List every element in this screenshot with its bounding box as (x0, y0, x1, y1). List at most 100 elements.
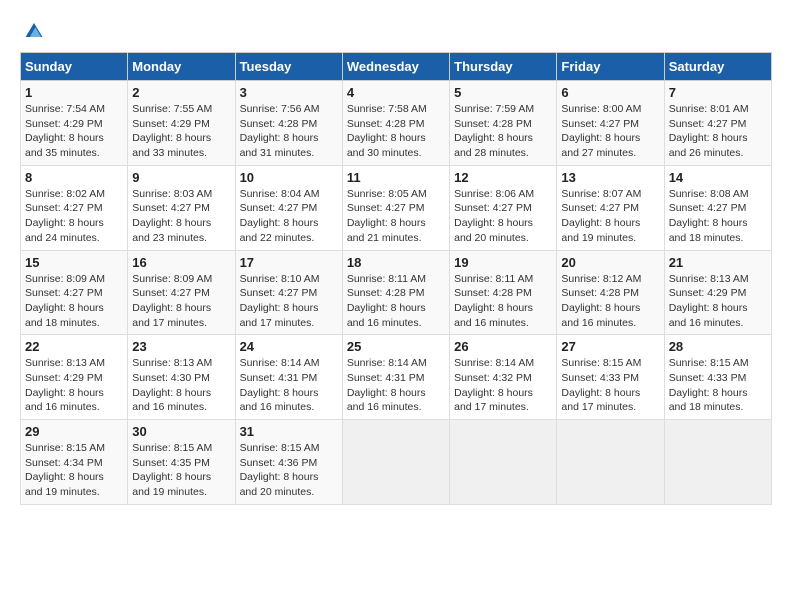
day-header-sunday: Sunday (21, 53, 128, 81)
day-number: 10 (240, 170, 338, 185)
day-number: 23 (132, 339, 230, 354)
calendar-cell (664, 420, 771, 505)
cell-info: Sunrise: 8:02 AM Sunset: 4:27 PM Dayligh… (25, 188, 105, 244)
day-number: 28 (669, 339, 767, 354)
day-header-thursday: Thursday (450, 53, 557, 81)
calendar-cell (557, 420, 664, 505)
cell-info: Sunrise: 8:12 AM Sunset: 4:28 PM Dayligh… (561, 273, 641, 329)
day-number: 29 (25, 424, 123, 439)
cell-info: Sunrise: 7:58 AM Sunset: 4:28 PM Dayligh… (347, 103, 427, 159)
cell-info: Sunrise: 8:08 AM Sunset: 4:27 PM Dayligh… (669, 188, 749, 244)
calendar-table: SundayMondayTuesdayWednesdayThursdayFrid… (20, 52, 772, 505)
day-number: 8 (25, 170, 123, 185)
cell-info: Sunrise: 8:10 AM Sunset: 4:27 PM Dayligh… (240, 273, 320, 329)
day-number: 7 (669, 85, 767, 100)
calendar-cell: 30 Sunrise: 8:15 AM Sunset: 4:35 PM Dayli… (128, 420, 235, 505)
day-header-wednesday: Wednesday (342, 53, 449, 81)
day-number: 2 (132, 85, 230, 100)
calendar-week-1: 1 Sunrise: 7:54 AM Sunset: 4:29 PM Daylig… (21, 81, 772, 166)
calendar-cell: 29 Sunrise: 8:15 AM Sunset: 4:34 PM Dayli… (21, 420, 128, 505)
calendar-cell: 12Sunrise: 8:06 AM Sunset: 4:27 PM Dayli… (450, 165, 557, 250)
day-number: 3 (240, 85, 338, 100)
day-number: 31 (240, 424, 338, 439)
calendar-cell: 27Sunrise: 8:15 AM Sunset: 4:33 PM Dayli… (557, 335, 664, 420)
day-header-monday: Monday (128, 53, 235, 81)
cell-info: Sunrise: 8:15 AM Sunset: 4:35 PM Dayligh… (132, 442, 212, 498)
calendar-cell: 16Sunrise: 8:09 AM Sunset: 4:27 PM Dayli… (128, 250, 235, 335)
cell-info: Sunrise: 8:14 AM Sunset: 4:31 PM Dayligh… (347, 357, 427, 413)
day-number: 4 (347, 85, 445, 100)
calendar-cell: 7 Sunrise: 8:01 AM Sunset: 4:27 PM Daylig… (664, 81, 771, 166)
calendar-cell: 23 Sunrise: 8:13 AM Sunset: 4:30 PM Dayli… (128, 335, 235, 420)
day-number: 9 (132, 170, 230, 185)
day-number: 26 (454, 339, 552, 354)
day-number: 22 (25, 339, 123, 354)
day-number: 19 (454, 255, 552, 270)
calendar-cell: 25 Sunrise: 8:14 AM Sunset: 4:31 PM Dayli… (342, 335, 449, 420)
calendar-cell: 31Sunrise: 8:15 AM Sunset: 4:36 PM Dayli… (235, 420, 342, 505)
calendar-cell (450, 420, 557, 505)
day-number: 18 (347, 255, 445, 270)
cell-info: Sunrise: 7:55 AM Sunset: 4:29 PM Dayligh… (132, 103, 212, 159)
cell-info: Sunrise: 8:00 AM Sunset: 4:27 PM Dayligh… (561, 103, 641, 159)
day-number: 1 (25, 85, 123, 100)
calendar-cell: 2 Sunrise: 7:55 AM Sunset: 4:29 PM Daylig… (128, 81, 235, 166)
day-number: 25 (347, 339, 445, 354)
day-number: 16 (132, 255, 230, 270)
calendar-cell: 24 Sunrise: 8:14 AM Sunset: 4:31 PM Dayli… (235, 335, 342, 420)
cell-info: Sunrise: 8:15 AM Sunset: 4:34 PM Dayligh… (25, 442, 105, 498)
logo-icon (20, 16, 48, 44)
cell-info: Sunrise: 8:05 AM Sunset: 4:27 PM Dayligh… (347, 188, 427, 244)
calendar-week-4: 22 Sunrise: 8:13 AM Sunset: 4:29 PM Dayli… (21, 335, 772, 420)
day-header-tuesday: Tuesday (235, 53, 342, 81)
calendar-cell: 18 Sunrise: 8:11 AM Sunset: 4:28 PM Dayli… (342, 250, 449, 335)
day-number: 5 (454, 85, 552, 100)
calendar-cell: 22 Sunrise: 8:13 AM Sunset: 4:29 PM Dayli… (21, 335, 128, 420)
day-number: 30 (132, 424, 230, 439)
calendar-week-3: 15 Sunrise: 8:09 AM Sunset: 4:27 PM Dayli… (21, 250, 772, 335)
cell-info: Sunrise: 8:15 AM Sunset: 4:33 PM Dayligh… (669, 357, 749, 413)
cell-info: Sunrise: 7:59 AM Sunset: 4:28 PM Dayligh… (454, 103, 534, 159)
cell-info: Sunrise: 8:03 AM Sunset: 4:27 PM Dayligh… (132, 188, 212, 244)
logo (20, 16, 52, 44)
day-number: 6 (561, 85, 659, 100)
cell-info: Sunrise: 8:04 AM Sunset: 4:27 PM Dayligh… (240, 188, 320, 244)
calendar-cell: 26 Sunrise: 8:14 AM Sunset: 4:32 PM Dayli… (450, 335, 557, 420)
day-number: 21 (669, 255, 767, 270)
cell-info: Sunrise: 8:01 AM Sunset: 4:27 PM Dayligh… (669, 103, 749, 159)
day-number: 15 (25, 255, 123, 270)
page-header (20, 16, 772, 44)
cell-info: Sunrise: 8:11 AM Sunset: 4:28 PM Dayligh… (347, 273, 426, 329)
cell-info: Sunrise: 7:56 AM Sunset: 4:28 PM Dayligh… (240, 103, 320, 159)
day-number: 27 (561, 339, 659, 354)
calendar-cell: 3 Sunrise: 7:56 AM Sunset: 4:28 PM Daylig… (235, 81, 342, 166)
calendar-cell: 14 Sunrise: 8:08 AM Sunset: 4:27 PM Dayli… (664, 165, 771, 250)
calendar-cell: 5 Sunrise: 7:59 AM Sunset: 4:28 PM Daylig… (450, 81, 557, 166)
day-number: 24 (240, 339, 338, 354)
calendar-cell: 11 Sunrise: 8:05 AM Sunset: 4:27 PM Dayli… (342, 165, 449, 250)
day-number: 13 (561, 170, 659, 185)
cell-info: Sunrise: 8:13 AM Sunset: 4:30 PM Dayligh… (132, 357, 212, 413)
cell-info: Sunrise: 8:13 AM Sunset: 4:29 PM Dayligh… (669, 273, 749, 329)
day-number: 11 (347, 170, 445, 185)
day-number: 20 (561, 255, 659, 270)
day-number: 12 (454, 170, 552, 185)
calendar-week-5: 29 Sunrise: 8:15 AM Sunset: 4:34 PM Dayli… (21, 420, 772, 505)
calendar-cell: 19Sunrise: 8:11 AM Sunset: 4:28 PM Dayli… (450, 250, 557, 335)
cell-info: Sunrise: 8:07 AM Sunset: 4:27 PM Dayligh… (561, 188, 641, 244)
calendar-cell: 9 Sunrise: 8:03 AM Sunset: 4:27 PM Daylig… (128, 165, 235, 250)
calendar-cell: 20 Sunrise: 8:12 AM Sunset: 4:28 PM Dayli… (557, 250, 664, 335)
calendar-cell: 13 Sunrise: 8:07 AM Sunset: 4:27 PM Dayli… (557, 165, 664, 250)
cell-info: Sunrise: 7:54 AM Sunset: 4:29 PM Dayligh… (25, 103, 105, 159)
cell-info: Sunrise: 8:14 AM Sunset: 4:32 PM Dayligh… (454, 357, 534, 413)
calendar-week-2: 8 Sunrise: 8:02 AM Sunset: 4:27 PM Daylig… (21, 165, 772, 250)
calendar-cell: 8 Sunrise: 8:02 AM Sunset: 4:27 PM Daylig… (21, 165, 128, 250)
day-header-saturday: Saturday (664, 53, 771, 81)
calendar-cell: 21 Sunrise: 8:13 AM Sunset: 4:29 PM Dayli… (664, 250, 771, 335)
cell-info: Sunrise: 8:09 AM Sunset: 4:27 PM Dayligh… (25, 273, 105, 329)
calendar-cell: 4 Sunrise: 7:58 AM Sunset: 4:28 PM Daylig… (342, 81, 449, 166)
calendar-cell: 10 Sunrise: 8:04 AM Sunset: 4:27 PM Dayli… (235, 165, 342, 250)
cell-info: Sunrise: 8:13 AM Sunset: 4:29 PM Dayligh… (25, 357, 105, 413)
day-number: 14 (669, 170, 767, 185)
cell-info: Sunrise: 8:14 AM Sunset: 4:31 PM Dayligh… (240, 357, 320, 413)
